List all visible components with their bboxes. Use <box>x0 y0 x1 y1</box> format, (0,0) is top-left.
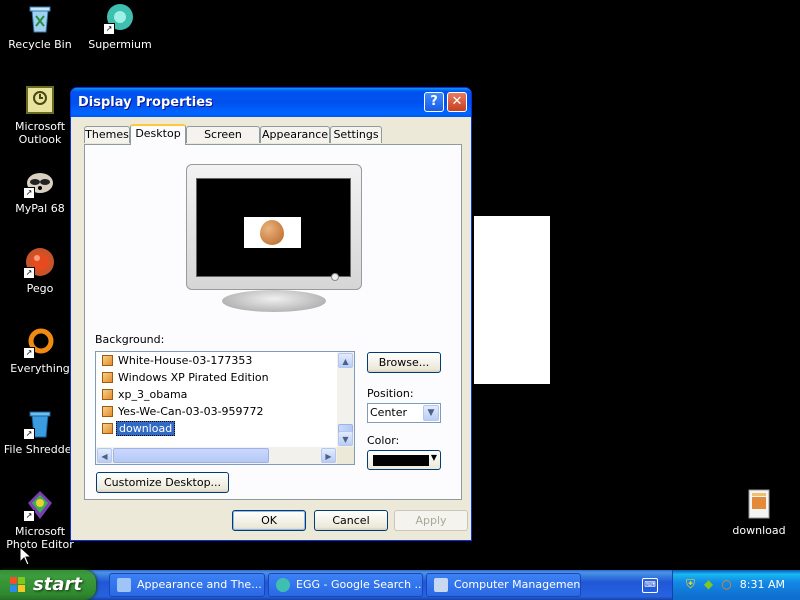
outlook-icon <box>24 84 56 116</box>
shortcut-arrow-icon: ↗ <box>103 23 115 35</box>
color-swatch <box>373 455 429 466</box>
scroll-down-button[interactable]: ▼ <box>338 431 353 446</box>
wallpaper-preview <box>244 217 301 248</box>
shortcut-arrow-icon: ↗ <box>23 428 35 440</box>
taskbar-item-egg-search[interactable]: EGG - Google Search ... <box>268 573 423 597</box>
display-properties-dialog: Display Properties ? ✕ Themes Desktop Sc… <box>70 87 472 541</box>
tab-appearance[interactable]: Appearance <box>260 126 330 143</box>
photo-editor-shortcut[interactable]: ↗ Microsoft Photo Editor <box>0 489 80 551</box>
dialog-title: Display Properties <box>78 95 213 110</box>
keyboard-icon[interactable]: ⌨ <box>642 578 658 593</box>
position-select[interactable]: Center ▼ <box>367 403 441 423</box>
mypal-raccoon-icon: ↗ <box>23 166 56 199</box>
ok-button[interactable]: OK <box>232 510 306 531</box>
position-label: Position: <box>367 387 414 400</box>
list-item[interactable]: White-House-03-177353 <box>96 352 337 369</box>
pego-shortcut[interactable]: ↗ Pego <box>0 246 80 295</box>
horizontal-scrollbar[interactable]: ◀ ▶ <box>96 447 337 464</box>
file-shredder-shortcut[interactable]: ↗ File Shredder <box>0 407 80 456</box>
scroll-left-button[interactable]: ◀ <box>97 448 112 463</box>
browse-button[interactable]: Browse... <box>367 352 441 373</box>
shortcut-arrow-icon: ↗ <box>23 510 35 522</box>
scrollbar-corner <box>337 447 354 464</box>
close-button[interactable]: ✕ <box>447 92 467 112</box>
photo-editor-icon: ↗ <box>23 489 56 522</box>
everything-search-icon[interactable]: ○ <box>719 577 734 592</box>
control-panel-icon <box>117 578 131 592</box>
horizontal-scroll-thumb[interactable] <box>113 448 269 463</box>
desktop-tab-panel: Background: White-House-03-177353 Window… <box>84 144 462 500</box>
background-label: Background: <box>95 333 165 346</box>
network-icon[interactable]: ◆ <box>701 577 716 592</box>
shortcut-arrow-icon: ↗ <box>23 347 35 359</box>
image-file-icon <box>102 389 113 400</box>
download-file-shortcut[interactable]: download <box>719 488 799 537</box>
windows-flag-icon <box>10 577 27 593</box>
mypal-shortcut[interactable]: ↗ MyPal 68 <box>0 166 80 215</box>
apply-button[interactable]: Apply <box>394 510 468 531</box>
recycle-bin-icon <box>24 2 56 34</box>
recycle-bin-shortcut[interactable]: Recycle Bin <box>0 2 80 51</box>
monitor-preview <box>186 164 362 312</box>
image-file-icon <box>102 355 113 366</box>
chevron-down-icon[interactable]: ▼ <box>423 405 439 421</box>
supermium-icon <box>276 578 290 592</box>
supermium-shortcut[interactable]: ↗ Supermium <box>80 2 160 51</box>
image-file-icon <box>102 372 113 383</box>
scroll-up-button[interactable]: ▲ <box>338 353 353 368</box>
preview-screen <box>196 178 351 277</box>
cancel-button[interactable]: Cancel <box>314 510 388 531</box>
clock: 8:31 AM <box>739 578 785 591</box>
everything-shortcut[interactable]: ↗ Everything <box>0 326 80 375</box>
security-shield-icon[interactable]: ⛨ <box>683 577 698 592</box>
list-item-selected[interactable]: download <box>96 420 337 437</box>
position-value: Center <box>370 406 408 419</box>
image-file-icon <box>102 423 113 434</box>
image-file-icon <box>102 406 113 417</box>
list-item[interactable]: Yes-We-Can-03-03-959772 <box>96 403 337 420</box>
start-label: start <box>33 574 82 595</box>
white-rectangle <box>474 216 550 384</box>
taskbar-item-appearance[interactable]: Appearance and The... <box>109 573 265 597</box>
list-item[interactable]: Windows XP Pirated Edition <box>96 369 337 386</box>
monitor-stand <box>222 290 326 312</box>
pego-icon: ↗ <box>23 246 56 279</box>
monitor-case <box>186 164 362 290</box>
help-button[interactable]: ? <box>424 92 444 112</box>
computer-management-icon <box>434 578 448 592</box>
taskbar-item-computer-management[interactable]: Computer Management <box>426 573 581 597</box>
file-shredder-icon: ↗ <box>23 407 56 440</box>
tab-settings[interactable]: Settings <box>330 126 382 143</box>
start-button[interactable]: start <box>0 570 96 600</box>
customize-desktop-button[interactable]: Customize Desktop... <box>96 472 229 493</box>
background-listbox[interactable]: White-House-03-177353 Windows XP Pirated… <box>95 351 355 465</box>
shortcut-arrow-icon: ↗ <box>23 187 35 199</box>
tab-themes[interactable]: Themes <box>84 126 130 143</box>
shortcut-arrow-icon: ↗ <box>23 267 35 279</box>
microsoft-outlook-shortcut[interactable]: Microsoft Outlook <box>0 84 80 146</box>
chevron-down-icon: ▼ <box>430 453 437 462</box>
vertical-scrollbar[interactable]: ▲ ▼ <box>337 352 354 447</box>
monitor-power-led <box>331 273 339 281</box>
scroll-right-button[interactable]: ▶ <box>321 448 336 463</box>
taskbar: start Appearance and The... EGG - Google… <box>0 570 800 600</box>
system-tray: ⛨ ◆ ○ 8:31 AM <box>672 570 800 600</box>
dialog-body: Themes Desktop Screen Saver Appearance S… <box>74 117 468 537</box>
color-picker-button[interactable]: ▼ <box>367 450 441 470</box>
image-file-icon <box>743 488 775 520</box>
supermium-icon: ↗ <box>103 2 136 35</box>
background-list-items: White-House-03-177353 Windows XP Pirated… <box>96 352 337 447</box>
tab-screen-saver[interactable]: Screen Saver <box>186 126 260 157</box>
mouse-cursor-icon <box>19 545 33 569</box>
tab-desktop[interactable]: Desktop <box>130 124 186 145</box>
everything-search-icon: ↗ <box>23 326 56 359</box>
egg-image <box>260 220 284 245</box>
list-item[interactable]: xp_3_obama <box>96 386 337 403</box>
dialog-titlebar[interactable]: Display Properties ? ✕ <box>71 88 471 117</box>
color-label: Color: <box>367 434 400 447</box>
